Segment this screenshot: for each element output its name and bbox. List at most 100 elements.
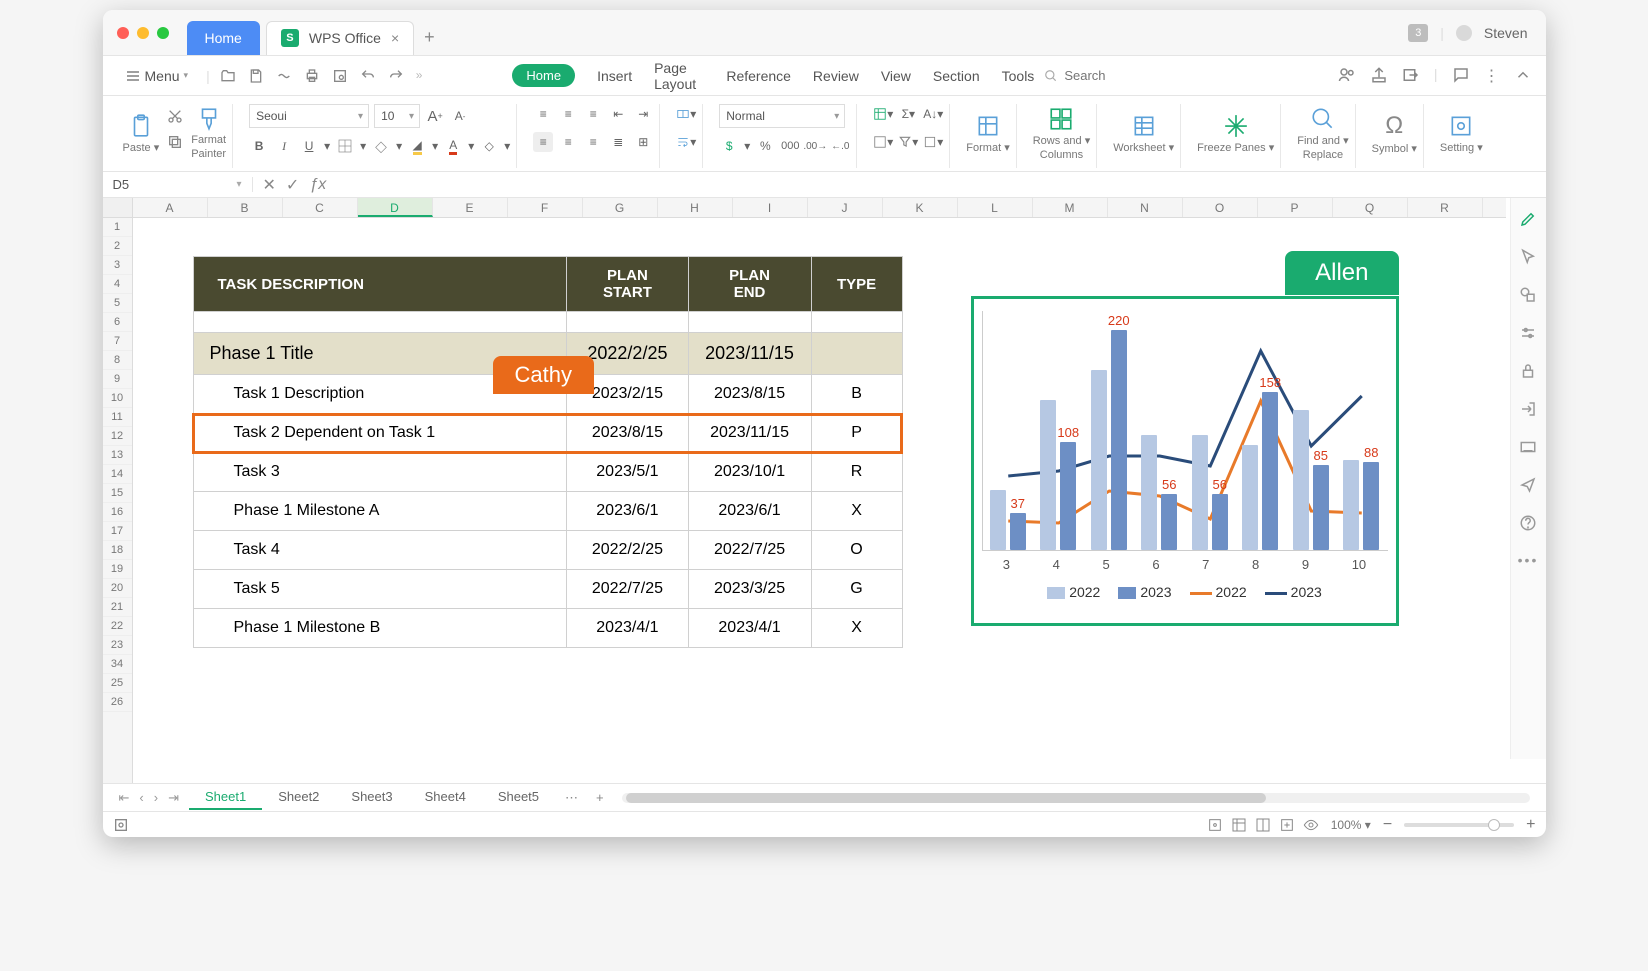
distribute-icon[interactable]: ⊞ bbox=[633, 132, 653, 152]
wrap-text-icon[interactable]: ▾ bbox=[676, 132, 696, 152]
font-name-select[interactable]: Seoui bbox=[249, 104, 369, 128]
worksheet-button[interactable]: Worksheet ▾ bbox=[1113, 104, 1174, 162]
row-headers[interactable]: 1234567891011121314151617181920212223342… bbox=[103, 218, 133, 783]
sheet-tab-sheet5[interactable]: Sheet5 bbox=[482, 785, 555, 810]
ribbon-tab-tools[interactable]: Tools bbox=[1002, 68, 1035, 84]
ribbon-tab-section[interactable]: Section bbox=[933, 68, 980, 84]
settings-side-icon[interactable] bbox=[1519, 324, 1537, 342]
table-row[interactable]: Task 52022/7/252023/3/25G bbox=[193, 570, 902, 609]
table-style-icon[interactable]: ▾ bbox=[873, 104, 893, 124]
sheet-tab-sheet2[interactable]: Sheet2 bbox=[262, 785, 335, 810]
row-header-10[interactable]: 10 bbox=[103, 389, 132, 408]
copy-icon[interactable] bbox=[167, 134, 183, 150]
notification-badge[interactable]: 3 bbox=[1408, 24, 1428, 42]
collaborate-icon[interactable] bbox=[1338, 66, 1356, 84]
symbol-button[interactable]: Ω Symbol ▾ bbox=[1372, 104, 1417, 162]
col-header-O[interactable]: O bbox=[1183, 198, 1258, 217]
col-header-Q[interactable]: Q bbox=[1333, 198, 1408, 217]
tab-home[interactable]: Home bbox=[187, 21, 260, 55]
record-macro-icon[interactable] bbox=[113, 817, 129, 833]
number-format-select[interactable]: Normal bbox=[719, 104, 845, 128]
find-replace-button[interactable]: Find and ▾Replace bbox=[1297, 104, 1348, 162]
sheet-prev-icon[interactable]: ‹ bbox=[139, 790, 143, 806]
row-header-13[interactable]: 13 bbox=[103, 446, 132, 465]
focus-mode-icon[interactable] bbox=[1207, 817, 1223, 833]
column-headers[interactable]: ABCDEFGHIJKLMNOPQR bbox=[133, 198, 1506, 218]
row-header-3[interactable]: 3 bbox=[103, 256, 132, 275]
export-icon[interactable] bbox=[1402, 66, 1420, 84]
upload-icon[interactable] bbox=[1370, 66, 1388, 84]
underline-icon[interactable]: U bbox=[299, 136, 319, 156]
col-header-K[interactable]: K bbox=[883, 198, 958, 217]
ribbon-tab-review[interactable]: Review bbox=[813, 68, 859, 84]
zoom-out-icon[interactable]: − bbox=[1383, 816, 1392, 834]
borders-icon[interactable] bbox=[335, 136, 355, 156]
sheet-first-icon[interactable]: ⇤ bbox=[119, 790, 130, 806]
row-header-1[interactable]: 1 bbox=[103, 218, 132, 237]
phase-end[interactable]: 2023/11/15 bbox=[688, 333, 811, 375]
table-row[interactable]: Task 42022/2/252022/7/25O bbox=[193, 531, 902, 570]
accept-formula-icon[interactable]: ✓ bbox=[286, 175, 299, 195]
row-header-23[interactable]: 23 bbox=[103, 636, 132, 655]
row-header-7[interactable]: 7 bbox=[103, 332, 132, 351]
row-header-15[interactable]: 15 bbox=[103, 484, 132, 503]
row-header-25[interactable]: 25 bbox=[103, 674, 132, 693]
conditional-format-icon[interactable]: ▾ bbox=[873, 132, 893, 152]
close-window-icon[interactable] bbox=[117, 27, 129, 39]
sheet-tab-sheet4[interactable]: Sheet4 bbox=[409, 785, 482, 810]
col-header-I[interactable]: I bbox=[733, 198, 808, 217]
comma-icon[interactable]: 000 bbox=[780, 136, 800, 156]
lock-icon[interactable] bbox=[1519, 362, 1537, 380]
collapse-ribbon-icon[interactable] bbox=[1514, 66, 1532, 84]
row-header-2[interactable]: 2 bbox=[103, 237, 132, 256]
pencil-icon[interactable] bbox=[1519, 210, 1537, 228]
italic-icon[interactable]: I bbox=[274, 136, 294, 156]
font-color-icon[interactable]: A bbox=[443, 136, 463, 156]
shape-icon[interactable] bbox=[1519, 286, 1537, 304]
reading-view-icon[interactable] bbox=[1279, 817, 1295, 833]
col-header-E[interactable]: E bbox=[433, 198, 508, 217]
row-header-14[interactable]: 14 bbox=[103, 465, 132, 484]
zoom-slider[interactable] bbox=[1404, 823, 1514, 827]
row-header-20[interactable]: 20 bbox=[103, 579, 132, 598]
bold-icon[interactable]: B bbox=[249, 136, 269, 156]
row-header-16[interactable]: 16 bbox=[103, 503, 132, 522]
print-preview-icon[interactable] bbox=[332, 68, 348, 84]
col-header-R[interactable]: R bbox=[1408, 198, 1483, 217]
row-header-19[interactable]: 19 bbox=[103, 560, 132, 579]
highlight-icon[interactable]: ◢ bbox=[407, 136, 427, 156]
table-row[interactable]: Phase 1 Milestone B2023/4/12023/4/1X bbox=[193, 609, 902, 648]
search-box[interactable] bbox=[1044, 68, 1310, 83]
chart-object[interactable]: 3710822056561588588 345678910 2022 2023 … bbox=[971, 296, 1399, 626]
col-header-J[interactable]: J bbox=[808, 198, 883, 217]
format-button[interactable]: Format ▾ bbox=[966, 104, 1009, 162]
align-middle-icon[interactable]: ≡ bbox=[558, 104, 578, 124]
table-row[interactable]: Task 2 Dependent on Task 12023/8/152023/… bbox=[193, 414, 902, 453]
horizontal-scrollbar[interactable] bbox=[622, 793, 1530, 803]
cell-canvas[interactable]: TASK DESCRIPTION PLAN START PLAN END TYP… bbox=[133, 218, 1506, 783]
sheet-tab-sheet3[interactable]: Sheet3 bbox=[335, 785, 408, 810]
currency-icon[interactable]: $ bbox=[719, 136, 739, 156]
ribbon-tab-insert[interactable]: Insert bbox=[597, 68, 632, 84]
col-header-C[interactable]: C bbox=[283, 198, 358, 217]
row-header-26[interactable]: 26 bbox=[103, 693, 132, 712]
row-header-17[interactable]: 17 bbox=[103, 522, 132, 541]
row-header-34[interactable]: 34 bbox=[103, 655, 132, 674]
align-top-icon[interactable]: ≡ bbox=[533, 104, 553, 124]
col-header-N[interactable]: N bbox=[1108, 198, 1183, 217]
rows-cols-button[interactable]: Rows and ▾Columns bbox=[1033, 104, 1091, 162]
sheet-last-icon[interactable]: ⇥ bbox=[168, 790, 179, 806]
cancel-formula-icon[interactable]: ✕ bbox=[263, 175, 276, 195]
page-break-view-icon[interactable] bbox=[1255, 817, 1271, 833]
col-header-M[interactable]: M bbox=[1033, 198, 1108, 217]
tab-document[interactable]: S WPS Office × bbox=[266, 21, 414, 55]
row-header-12[interactable]: 12 bbox=[103, 427, 132, 446]
align-right-icon[interactable]: ≡ bbox=[583, 132, 603, 152]
cut-icon[interactable] bbox=[167, 108, 183, 124]
freeze-panes-button[interactable]: Freeze Panes ▾ bbox=[1197, 104, 1274, 162]
col-header-G[interactable]: G bbox=[583, 198, 658, 217]
font-size-select[interactable]: 10 bbox=[374, 104, 420, 128]
zoom-level[interactable]: 100% ▾ bbox=[1331, 818, 1371, 832]
caption-icon[interactable] bbox=[1519, 438, 1537, 456]
col-header-D[interactable]: D bbox=[358, 198, 433, 217]
